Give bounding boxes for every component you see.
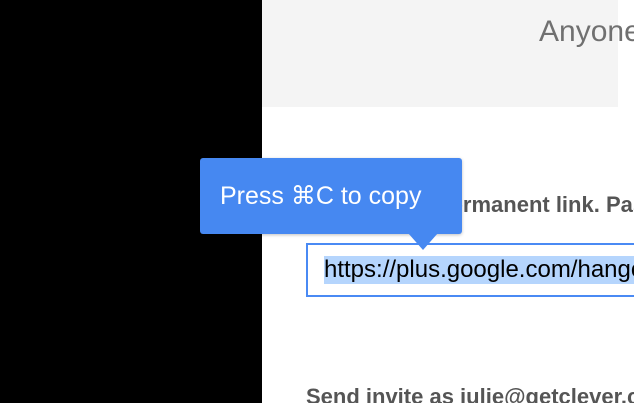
link-field[interactable]: [306, 243, 634, 297]
screen: Anyone with the link Permanent link. Pas…: [0, 0, 634, 403]
copy-tooltip: Press ⌘C to copy: [200, 158, 462, 234]
tooltip-arrow: [408, 233, 438, 250]
link-url-input[interactable]: [308, 245, 634, 295]
dialog-title: Anyone with the link: [539, 15, 634, 48]
send-invite-label: Send invite as julie@getclever.com: [306, 384, 634, 403]
dialog-header: Anyone with the link: [262, 0, 634, 107]
permanent-link-label: Permanent link. Paste it anywhere: [436, 192, 634, 217]
